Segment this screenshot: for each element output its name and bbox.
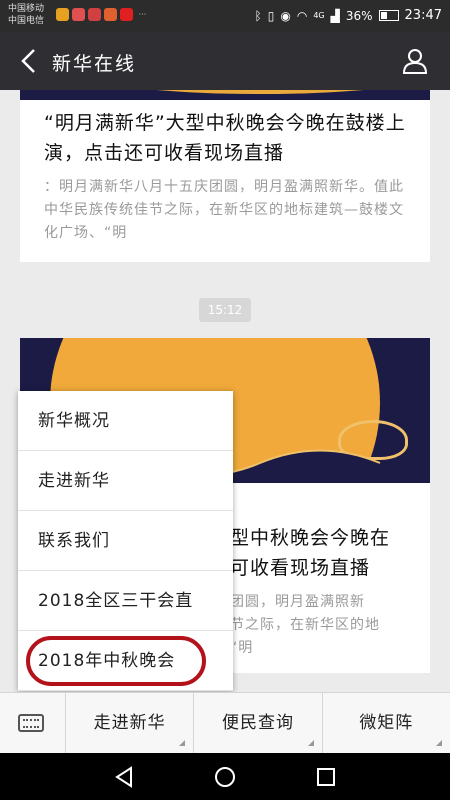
keyboard-toggle-button[interactable] xyxy=(0,693,66,753)
menu-button-matrix[interactable]: 微矩阵 xyxy=(323,693,450,753)
menu-button-explore[interactable]: 走进新华 xyxy=(66,693,195,753)
vibrate-icon: ▯ xyxy=(267,8,275,23)
keyboard-icon xyxy=(18,714,44,732)
network-type: 4G xyxy=(313,11,325,20)
menu-button-label: 便民查询 xyxy=(221,713,294,733)
carrier-2: 中国电信 xyxy=(8,16,45,26)
article-card[interactable]: “明月满新华”大型中秋晚会今晚在鼓楼上演，点击还可收看现场直播 ：明月满新华八月… xyxy=(20,90,430,262)
system-home-icon[interactable] xyxy=(214,766,236,788)
submenu-item-overview[interactable]: 新华概况 xyxy=(18,391,233,451)
status-right: ᛒ ▯ ◉ ◠ 4G ▟ 36% 23:47 xyxy=(255,8,442,23)
submenu-item-explore[interactable]: 走进新华 xyxy=(18,451,233,511)
submenu-indicator-icon xyxy=(179,740,186,746)
timestamp: 15:12 xyxy=(199,298,251,322)
menu-button-label: 走进新华 xyxy=(93,713,166,733)
menu-button-label: 微矩阵 xyxy=(359,713,414,733)
system-recents-icon[interactable] xyxy=(315,766,337,788)
system-back-icon[interactable] xyxy=(113,766,135,788)
battery-icon xyxy=(378,10,399,21)
more-notifications-icon: ··· xyxy=(138,10,147,19)
submenu-item-contact[interactable]: 联系我们 xyxy=(18,511,233,571)
signal-icon: ▟ xyxy=(330,8,340,23)
submenu-indicator-icon xyxy=(307,740,314,746)
wifi-icon: ◠ xyxy=(296,8,308,23)
bottom-menu-bar: 走进新华 便民查询 微矩阵 xyxy=(0,692,450,753)
notification-icons: ··· xyxy=(56,8,149,21)
app-notification-icon xyxy=(72,8,85,21)
person-icon[interactable] xyxy=(402,47,428,75)
article-banner-image xyxy=(20,90,430,100)
app-notification-icon xyxy=(56,8,69,21)
article-title: “明月满新华”大型中秋晚会今晚在鼓楼上演，点击还可收看现场直播 xyxy=(44,112,406,164)
highlight-circle xyxy=(26,636,206,686)
menu-button-services[interactable]: 便民查询 xyxy=(194,693,323,753)
submenu-item-conference[interactable]: 2018全区三干会直 xyxy=(18,571,233,631)
submenu-indicator-icon xyxy=(435,740,442,746)
submenu-popup: 新华概况 走进新华 联系我们 2018全区三干会直 2018年中秋晚会 xyxy=(18,391,233,691)
clock: 23:47 xyxy=(404,8,442,23)
nav-bar: 新华在线 xyxy=(0,32,450,90)
app-notification-icon xyxy=(120,8,133,21)
app-notification-icon xyxy=(104,8,117,21)
back-arrow-icon[interactable] xyxy=(16,46,42,76)
carrier-info: 中国移动 中国电信 xyxy=(8,3,44,27)
battery-percent: 36% xyxy=(345,8,373,23)
bluetooth-icon: ᛒ xyxy=(254,8,262,23)
system-nav-bar xyxy=(0,753,450,800)
article-summary: ：明月满新华八月十五庆团圆，明月盈满照新华。值此中华民族传统佳节之际，在新华区的… xyxy=(44,179,404,241)
page-title: 新华在线 xyxy=(52,53,137,75)
eye-icon: ◉ xyxy=(280,8,291,23)
status-bar: 中国移动 中国电信 ··· ᛒ ▯ ◉ ◠ 4G ▟ 36% 23:47 xyxy=(0,0,450,32)
carrier-1: 中国移动 xyxy=(8,4,45,14)
app-notification-icon xyxy=(88,8,101,21)
